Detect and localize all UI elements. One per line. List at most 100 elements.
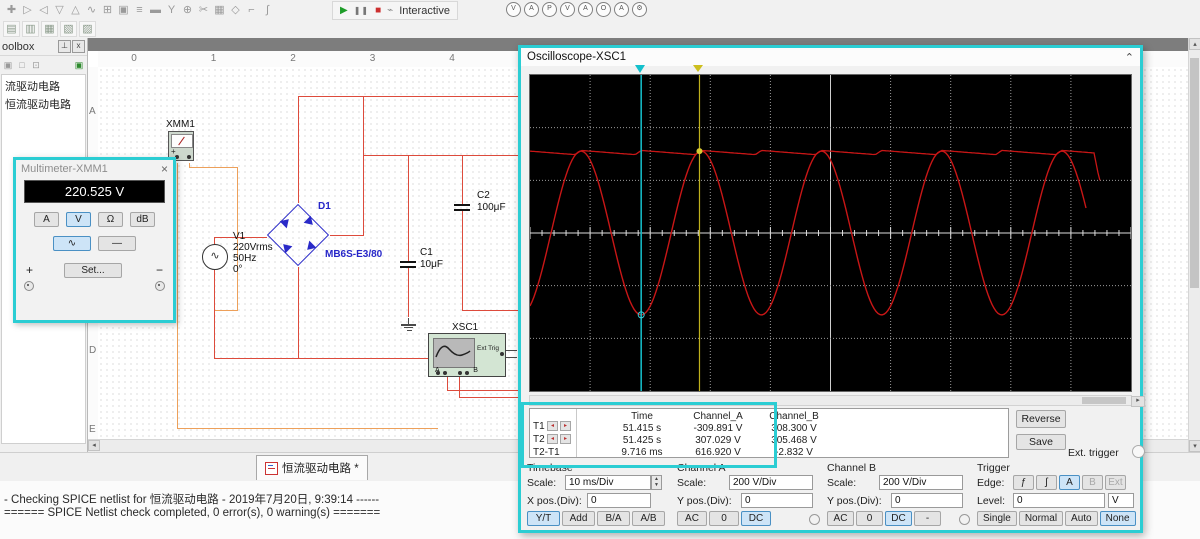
channel-b-scale-input[interactable]: 200 V/Div — [879, 475, 963, 490]
trigger-edge-button[interactable]: ƒ — [1013, 475, 1034, 490]
component-toolbar-icon[interactable]: ▬ — [148, 3, 163, 18]
trigger-edge-button[interactable]: B — [1082, 475, 1103, 490]
t2-right-icon[interactable]: ▸ — [560, 434, 571, 444]
plus-terminal[interactable] — [24, 281, 34, 291]
channel-a-ypos-input[interactable]: 0 — [741, 493, 813, 508]
graph-toolbar-icon[interactable]: ▤ — [3, 21, 20, 37]
component-toolbar-icon[interactable]: ▣ — [116, 3, 131, 18]
scroll-left-icon[interactable]: ◂ — [88, 440, 100, 451]
capacitor-c2[interactable] — [454, 197, 470, 219]
run-icon[interactable]: ▶ — [340, 5, 348, 16]
component-toolbar-icon[interactable]: ⊞ — [100, 3, 115, 18]
toolbox-toolbar-icon[interactable]: ▣ — [2, 59, 14, 71]
close-icon[interactable]: × — [161, 162, 168, 176]
stop-icon[interactable]: ■ — [375, 5, 381, 16]
timebase-xpos-input[interactable]: 0 — [587, 493, 651, 508]
component-toolbar-icon[interactable]: ▷ — [20, 3, 35, 18]
trigger-mode-button[interactable]: None — [1099, 511, 1136, 526]
trigger-edge-button[interactable]: Ext — [1105, 475, 1126, 490]
channel-b-coupling-button[interactable]: DC — [885, 511, 912, 526]
channel-a-probe-radio[interactable] — [809, 514, 820, 525]
wire[interactable] — [459, 397, 519, 398]
oscilloscope-titlebar[interactable]: Oscilloscope-XSC1 ⌃ — [521, 48, 1140, 66]
wire[interactable] — [407, 330, 412, 331]
scope-scroll-right-icon[interactable]: ▸ — [1131, 396, 1145, 407]
channel-b-coupling-button[interactable]: 0 — [856, 511, 883, 526]
probe-icon[interactable]: A — [524, 2, 539, 17]
probe-icon[interactable]: A — [614, 2, 629, 17]
wire[interactable] — [401, 324, 416, 326]
component-toolbar-icon[interactable]: △ — [68, 3, 83, 18]
scope-hscroll-thumb[interactable] — [1082, 397, 1126, 404]
wire[interactable] — [298, 96, 540, 97]
collapse-icon[interactable]: ⌃ — [1125, 51, 1134, 64]
trigger-mode-button[interactable]: Single — [977, 511, 1017, 526]
probe-icon[interactable]: A — [578, 2, 593, 17]
graph-toolbar-icon[interactable]: ▨ — [79, 21, 96, 37]
component-toolbar-icon[interactable]: ≡ — [132, 3, 147, 18]
timebase-spinner[interactable]: ▲ ▼ — [651, 475, 662, 490]
vscroll-thumb[interactable] — [1190, 58, 1199, 288]
component-toolbar-icon[interactable]: ⌐ — [244, 3, 259, 18]
toolbox-toolbar-icon[interactable]: ⊡ — [30, 59, 42, 71]
ext-trigger-terminal[interactable] — [1132, 445, 1145, 458]
component-toolbar-icon[interactable]: ◁ — [36, 3, 51, 18]
wire[interactable] — [408, 277, 409, 317]
wire[interactable] — [189, 167, 238, 168]
set-button[interactable]: Set... — [64, 263, 122, 278]
graph-toolbar-icon[interactable]: ▥ — [22, 21, 39, 37]
component-toolbar-icon[interactable]: ✂ — [196, 3, 211, 18]
component-toolbar-icon[interactable]: ◇ — [228, 3, 243, 18]
project-tree-item[interactable]: 恒流驱动电路 — [2, 95, 85, 113]
workspace-vscrollbar[interactable]: ▴ ▾ — [1188, 38, 1200, 452]
channel-a-coupling-button[interactable]: 0 — [709, 511, 739, 526]
channel-a-coupling-button[interactable]: DC — [741, 511, 771, 526]
wire[interactable] — [447, 390, 519, 391]
wire[interactable] — [404, 327, 413, 328]
timebase-mode-button[interactable]: Y/T — [527, 511, 560, 526]
channel-a-coupling-button[interactable]: AC — [677, 511, 707, 526]
channel-a-scale-input[interactable]: 200 V/Div — [729, 475, 813, 490]
timebase-mode-button[interactable]: A/B — [632, 511, 665, 526]
timebase-mode-button[interactable]: B/A — [597, 511, 630, 526]
oscilloscope-window[interactable]: Oscilloscope-XSC1 ⌃ ▸ T1 ◂ ▸ T2 ◂ ▸ T2-T… — [518, 45, 1145, 533]
trigger-level-input[interactable]: 0 — [1013, 493, 1105, 508]
component-toolbar-icon[interactable]: ∿ — [84, 3, 99, 18]
signal-button[interactable]: — — [98, 236, 136, 251]
pause-icon[interactable]: ❚❚ — [354, 6, 369, 15]
channel-b-coupling-button[interactable]: AC — [827, 511, 854, 526]
wire[interactable] — [298, 96, 299, 203]
multimeter-titlebar[interactable]: Multimeter-XMM1 × — [16, 160, 173, 178]
wire[interactable] — [505, 350, 517, 351]
component-toolbar-icon[interactable]: ⊕ — [180, 3, 195, 18]
interactive-label[interactable]: Interactive — [399, 5, 450, 17]
probe-icon[interactable]: ⚙ — [632, 2, 647, 17]
save-button[interactable]: Save — [1016, 434, 1066, 450]
wire[interactable] — [214, 310, 238, 311]
oscilloscope-component[interactable]: Ext Trig A B — [428, 333, 506, 377]
channel-b-coupling-button[interactable]: - — [914, 511, 941, 526]
t1-left-icon[interactable]: ◂ — [547, 421, 558, 431]
component-toolbar-icon[interactable]: ✚ — [4, 3, 19, 18]
wire[interactable] — [214, 270, 215, 359]
component-toolbar-icon[interactable]: ▽ — [52, 3, 67, 18]
cursor2-marker[interactable] — [693, 65, 704, 72]
trigger-edge-button[interactable]: A — [1059, 475, 1080, 490]
channel-b-ypos-input[interactable]: 0 — [891, 493, 963, 508]
mode-button[interactable]: A — [34, 212, 59, 227]
sheet-tab[interactable]: 恒流驱动电路 * — [256, 455, 368, 480]
trigger-mode-button[interactable]: Auto — [1065, 511, 1098, 526]
wire[interactable] — [408, 155, 409, 254]
close-icon[interactable]: x — [72, 40, 85, 53]
probe-icon[interactable]: P — [542, 2, 557, 17]
probe-icon[interactable]: V — [506, 2, 521, 17]
mode-button[interactable]: V — [66, 212, 91, 227]
reverse-button[interactable]: Reverse — [1016, 410, 1066, 428]
wire[interactable] — [363, 96, 364, 236]
wire[interactable] — [363, 155, 523, 156]
graph-toolbar-icon[interactable]: ▦ — [41, 21, 58, 37]
wire[interactable] — [214, 358, 438, 359]
scope-hscrollbar[interactable]: ▸ — [529, 395, 1145, 407]
ac-source-component[interactable]: ∿ — [202, 244, 228, 270]
toolbox-toolbar-icon[interactable]: □ — [16, 59, 28, 71]
